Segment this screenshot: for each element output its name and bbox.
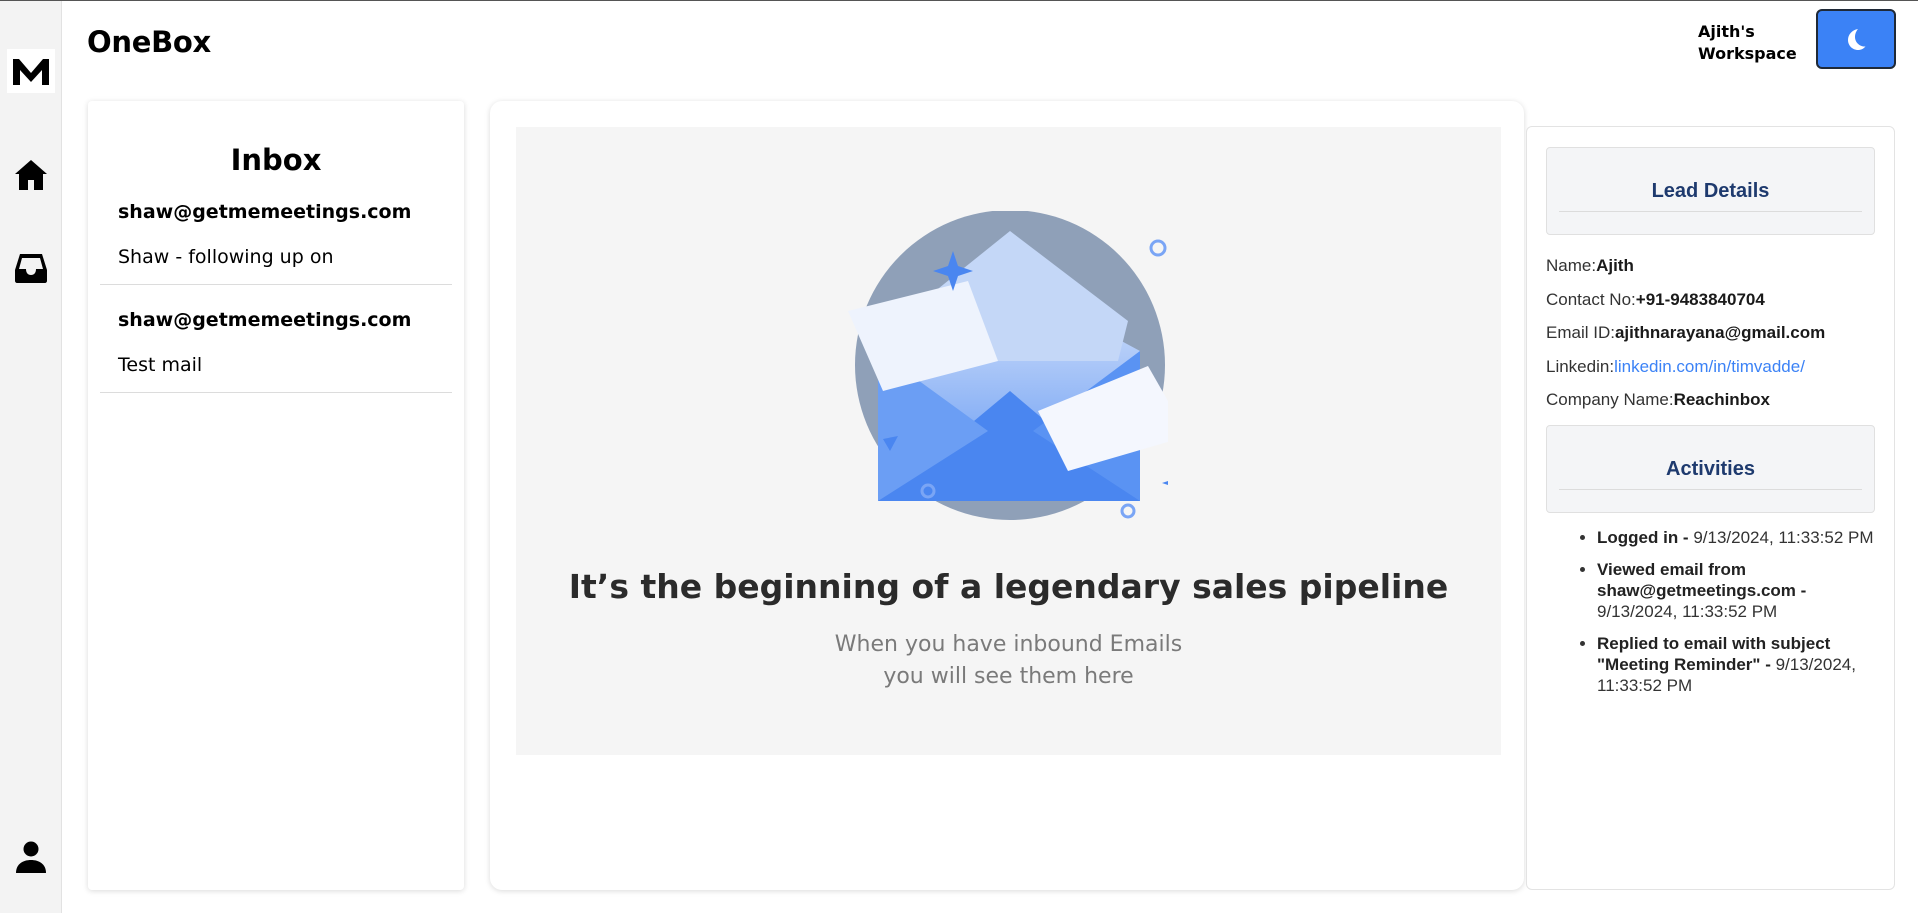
mail-subject: Shaw - following up on [118,246,334,268]
activity-item: Viewed email from shaw@getmeetings.com -… [1597,559,1882,622]
lead-name-row: Name:Ajith [1546,249,1894,283]
activity-action: Viewed email from shaw@getmeetings.com - [1597,559,1807,600]
empty-state: It’s the beginning of a legendary sales … [516,127,1501,755]
logo[interactable] [7,49,55,93]
lead-contact-label: Contact No: [1546,289,1636,309]
mail-view-panel: It’s the beginning of a legendary sales … [490,101,1524,890]
m-logo-icon [13,59,49,85]
inbox-panel: Inbox shaw@getmemeetings.com Shaw - foll… [88,101,464,890]
lead-company-label: Company Name: [1546,390,1674,409]
lead-info: Name:Ajith Contact No:+91-9483840704 Ema… [1527,249,1894,417]
lead-details-panel: Lead Details Name:Ajith Contact No:+91-9… [1526,126,1895,890]
lead-contact-row: Contact No:+91-9483840704 [1546,283,1894,317]
envelope-illustration [848,211,1168,520]
activities-title: Activities [1666,457,1755,480]
lead-name-value: Ajith [1596,256,1634,275]
divider [1559,211,1862,212]
activity-item: Replied to email with subject "Meeting R… [1597,633,1882,696]
lead-email-value: ajithnarayana@gmail.com [1614,323,1826,342]
divider [1559,488,1862,490]
activity-action: Logged in - [1597,527,1694,547]
inbox-item[interactable]: shaw@getmemeetings.com Test mail [100,285,452,393]
empty-state-title: It’s the beginning of a legendary sales … [568,567,1449,606]
lead-email-row: Email ID:ajithnarayana@gmail.com [1546,316,1894,350]
empty-state-subtitle: When you have inbound Emails you will se… [516,629,1501,693]
lead-linkedin-label: Linkedin: [1546,356,1615,376]
lead-contact-value: +91-9483840704 [1635,289,1765,309]
lead-name-label: Name: [1546,256,1597,275]
inbox-item[interactable]: shaw@getmemeetings.com Shaw - following … [100,177,452,285]
activity-time: 9/13/2024, 11:33:52 PM [1693,527,1874,547]
lead-linkedin-link[interactable]: linkedin.com/in/timvadde/ [1614,357,1805,376]
workspace-label: Ajith's Workspace [1698,22,1797,63]
mail-sender: shaw@getmemeetings.com [118,201,412,223]
home-icon[interactable] [13,157,49,193]
empty-state-subtitle-line: When you have inbound Emails [834,632,1183,657]
activities-list: Logged in - 9/13/2024, 11:33:52 PM Viewe… [1527,527,1894,696]
inbox-icon[interactable] [13,250,49,286]
lead-details-title: Lead Details [1651,180,1770,202]
inbox-title: Inbox [230,143,322,177]
moon-icon [1848,29,1866,50]
workspace-name[interactable]: Ajith's Workspace [1698,21,1808,65]
sidebar [0,1,62,913]
activities-header: Activities [1546,424,1875,513]
lead-company-row: Company Name:Reachinbox [1546,383,1894,417]
mail-subject: Test mail [118,354,203,376]
lead-company-value: Reachinbox [1673,390,1770,409]
app-title: OneBox [87,25,211,59]
theme-toggle-button[interactable] [1816,9,1896,69]
user-icon[interactable] [13,839,49,875]
lead-details-header: Lead Details [1546,147,1875,235]
mail-sender: shaw@getmemeetings.com [118,309,412,331]
activity-item: Logged in - 9/13/2024, 11:33:52 PM [1597,527,1882,548]
lead-linkedin-row: Linkedin:linkedin.com/in/timvadde/ [1546,350,1894,384]
empty-state-subtitle-line: you will see them here [883,664,1134,689]
lead-email-label: Email ID: [1546,323,1615,342]
activity-time: 9/13/2024, 11:33:52 PM [1597,601,1778,621]
